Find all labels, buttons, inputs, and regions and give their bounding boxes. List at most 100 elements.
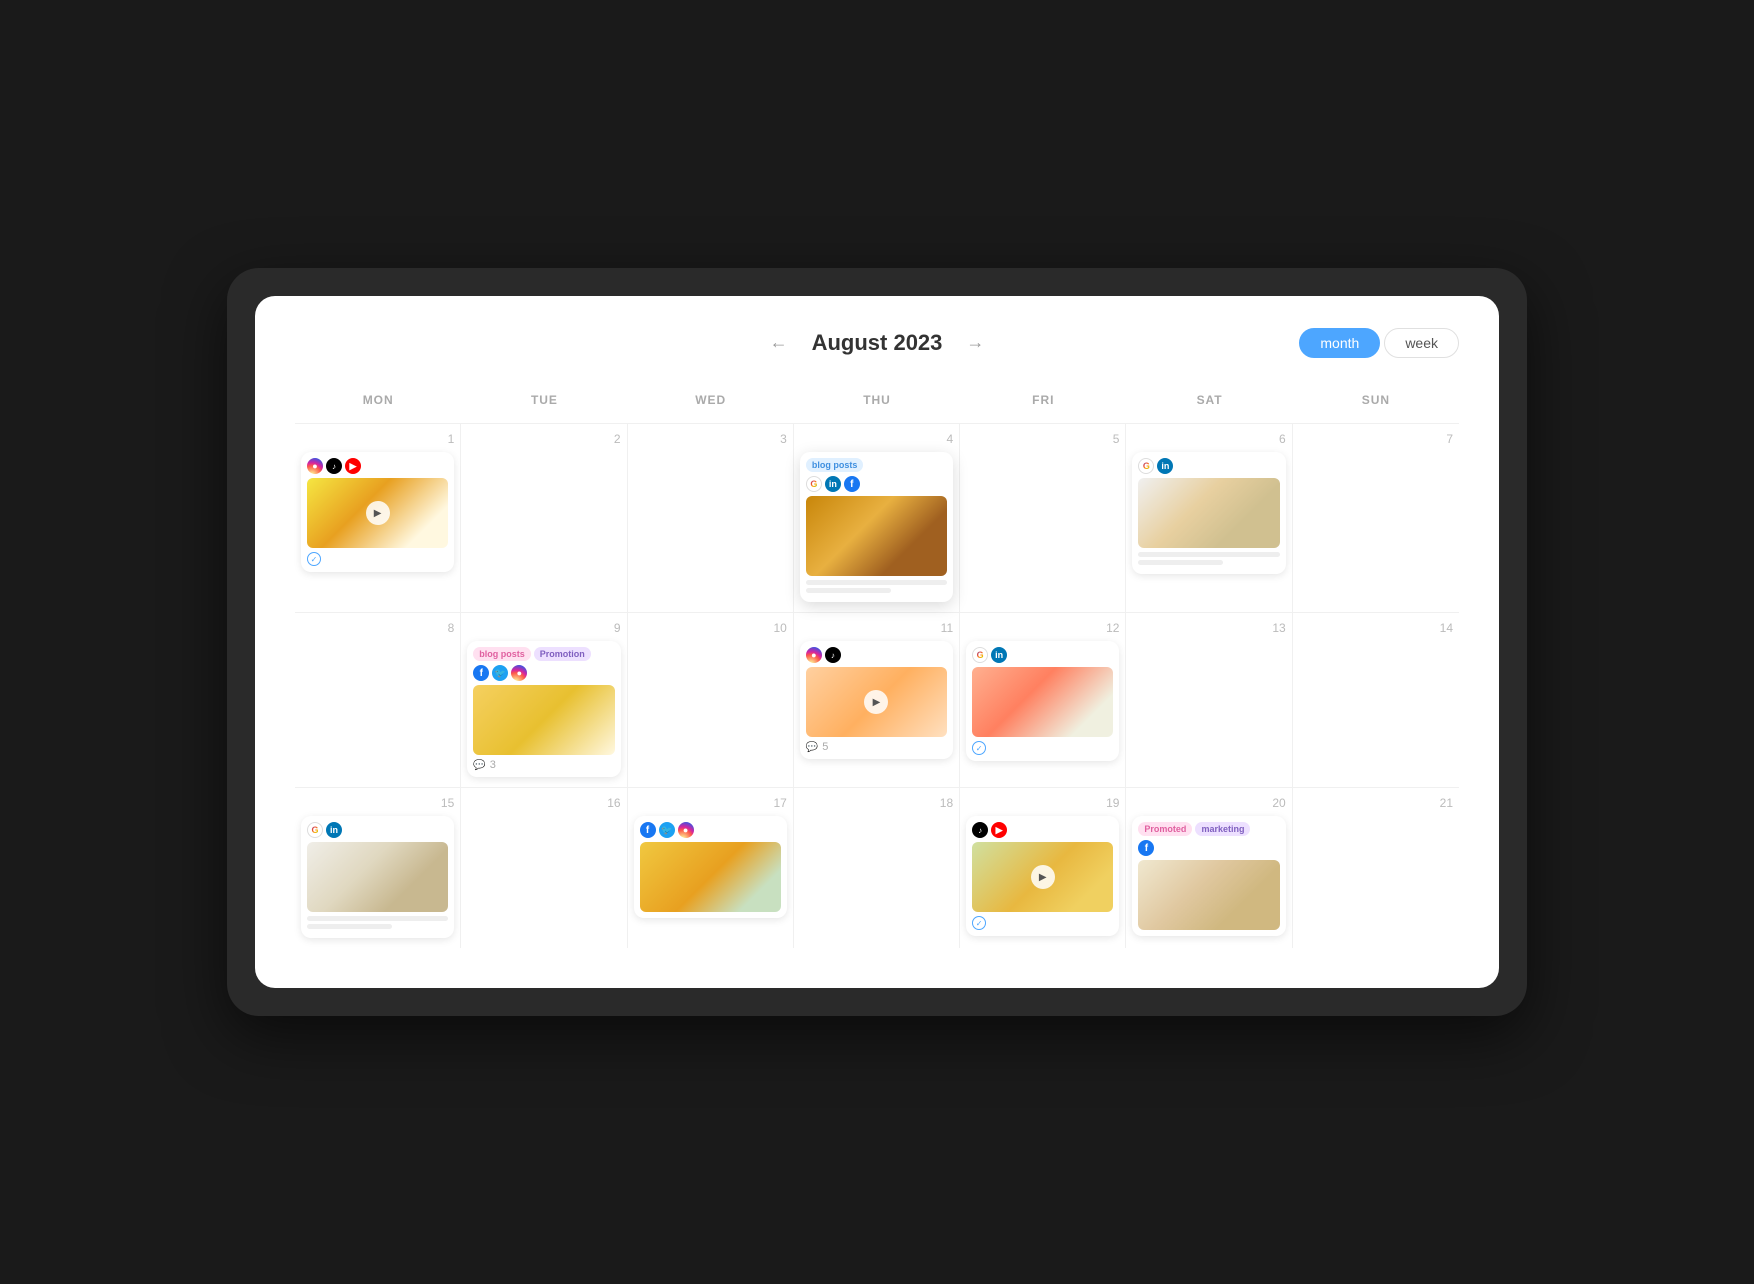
cell-aug-10: 10 — [628, 613, 794, 787]
card-tags: Promoted marketing — [1138, 822, 1279, 836]
post-card-aug17[interactable]: f 🐦 ● — [634, 816, 787, 918]
day-header-sun: SUN — [1293, 385, 1459, 415]
post-footer: ✓ — [972, 916, 1113, 930]
date-5: 5 — [966, 432, 1119, 446]
social-icons: G in f — [806, 476, 947, 492]
date-17: 17 — [634, 796, 787, 810]
cell-aug-1[interactable]: 1 ● ♪ ▶ ▶ — [295, 424, 461, 612]
tiktok-icon: ♪ — [972, 822, 988, 838]
post-footer: ✓ — [972, 741, 1113, 755]
app-window: ← August 2023 → month week MON TUE WED T… — [255, 296, 1499, 988]
instagram-icon: ● — [678, 822, 694, 838]
google-icon: G — [806, 476, 822, 492]
cell-aug-8: 8 — [295, 613, 461, 787]
day-header-wed: WED — [628, 385, 794, 415]
cell-aug-12[interactable]: 12 G in ✓ — [960, 613, 1126, 787]
play-button[interactable]: ▶ — [864, 690, 888, 714]
linkedin-icon: in — [991, 647, 1007, 663]
date-16: 16 — [467, 796, 620, 810]
cell-aug-7: 7 — [1293, 424, 1459, 612]
post-card-aug20[interactable]: Promoted marketing f — [1132, 816, 1285, 936]
post-footer: ✓ — [307, 552, 448, 566]
twitter-icon: 🐦 — [492, 665, 508, 681]
cell-aug-9[interactable]: 9 blog posts Promotion f 🐦 ● — [461, 613, 627, 787]
date-3: 3 — [634, 432, 787, 446]
post-card-aug1[interactable]: ● ♪ ▶ ▶ ✓ — [301, 452, 454, 572]
card-line-short — [1138, 560, 1223, 565]
cell-aug-2: 2 — [461, 424, 627, 612]
cell-aug-6[interactable]: 6 G in — [1126, 424, 1292, 612]
tag-blog-posts: blog posts — [806, 458, 864, 472]
play-button[interactable]: ▶ — [1031, 865, 1055, 889]
card-line-short — [307, 924, 392, 929]
cell-aug-20[interactable]: 20 Promoted marketing f — [1126, 788, 1292, 948]
post-image — [473, 685, 614, 755]
calendar-grid: MON TUE WED THU FRI SAT SUN 1 — [295, 385, 1459, 948]
date-7: 7 — [1299, 432, 1453, 446]
post-image — [972, 667, 1113, 737]
social-icons: ● ♪ — [806, 647, 947, 663]
date-14: 14 — [1299, 621, 1453, 635]
post-card-aug6[interactable]: G in — [1132, 452, 1285, 574]
week-view-button[interactable]: week — [1384, 328, 1459, 358]
play-button[interactable]: ▶ — [366, 501, 390, 525]
post-card-aug15[interactable]: G in — [301, 816, 454, 938]
card-tags: blog posts — [806, 458, 947, 472]
tag-promoted: Promoted — [1138, 822, 1192, 836]
post-image — [1138, 860, 1279, 930]
post-image — [307, 842, 448, 912]
cell-aug-16: 16 — [461, 788, 627, 948]
day-header-fri: FRI — [960, 385, 1126, 415]
card-line — [806, 580, 947, 585]
date-15: 15 — [301, 796, 454, 810]
prev-month-button[interactable]: ← — [762, 328, 796, 357]
post-card-aug12[interactable]: G in ✓ — [966, 641, 1119, 761]
date-19: 19 — [966, 796, 1119, 810]
comment-icon: 💬 — [473, 760, 485, 771]
post-card-aug4[interactable]: blog posts G in f — [800, 452, 953, 602]
day-headers: MON TUE WED THU FRI SAT SUN — [295, 385, 1459, 415]
cell-aug-11[interactable]: 11 ● ♪ ▶ 💬 — [794, 613, 960, 787]
calendar-week-2: 8 9 blog posts Promotion — [295, 612, 1459, 787]
post-footer: 💬 5 — [806, 741, 947, 753]
comment-count: 3 — [490, 759, 496, 771]
linkedin-icon: in — [825, 476, 841, 492]
cell-aug-17[interactable]: 17 f 🐦 ● — [628, 788, 794, 948]
next-month-button[interactable]: → — [958, 328, 992, 357]
date-20: 20 — [1132, 796, 1285, 810]
day-header-mon: MON — [295, 385, 461, 415]
date-11: 11 — [800, 621, 953, 635]
month-view-button[interactable]: month — [1299, 328, 1380, 358]
post-card-aug19[interactable]: ♪ ▶ ▶ ✓ — [966, 816, 1119, 936]
post-image: ▶ — [806, 667, 947, 737]
date-13: 13 — [1132, 621, 1285, 635]
cell-aug-18: 18 — [794, 788, 960, 948]
cell-aug-13: 13 — [1126, 613, 1292, 787]
social-icons: G in — [972, 647, 1113, 663]
twitter-icon: 🐦 — [659, 822, 675, 838]
month-navigation: ← August 2023 → — [762, 328, 993, 357]
comment-count: 5 — [822, 741, 828, 753]
cell-aug-3: 3 — [628, 424, 794, 612]
check-icon: ✓ — [972, 916, 986, 930]
calendar-header: ← August 2023 → month week — [295, 328, 1459, 357]
facebook-icon: f — [844, 476, 860, 492]
social-icons: f — [1138, 840, 1279, 856]
cell-aug-4[interactable]: 4 blog posts G in f — [794, 424, 960, 612]
google-icon: G — [972, 647, 988, 663]
month-title: August 2023 — [812, 330, 943, 356]
post-image — [640, 842, 781, 912]
social-icons: f 🐦 ● — [473, 665, 614, 681]
post-card-aug9[interactable]: blog posts Promotion f 🐦 ● — [467, 641, 620, 777]
cell-aug-19[interactable]: 19 ♪ ▶ ▶ ✓ — [960, 788, 1126, 948]
tag-marketing: marketing — [1195, 822, 1250, 836]
youtube-icon: ▶ — [991, 822, 1007, 838]
cell-aug-21: 21 — [1293, 788, 1459, 948]
date-1: 1 — [301, 432, 454, 446]
cell-aug-15[interactable]: 15 G in — [295, 788, 461, 948]
instagram-icon: ● — [511, 665, 527, 681]
social-icons: ♪ ▶ — [972, 822, 1113, 838]
post-card-aug11[interactable]: ● ♪ ▶ 💬 5 — [800, 641, 953, 759]
card-line-short — [806, 588, 891, 593]
post-footer: 💬 3 — [473, 759, 614, 771]
